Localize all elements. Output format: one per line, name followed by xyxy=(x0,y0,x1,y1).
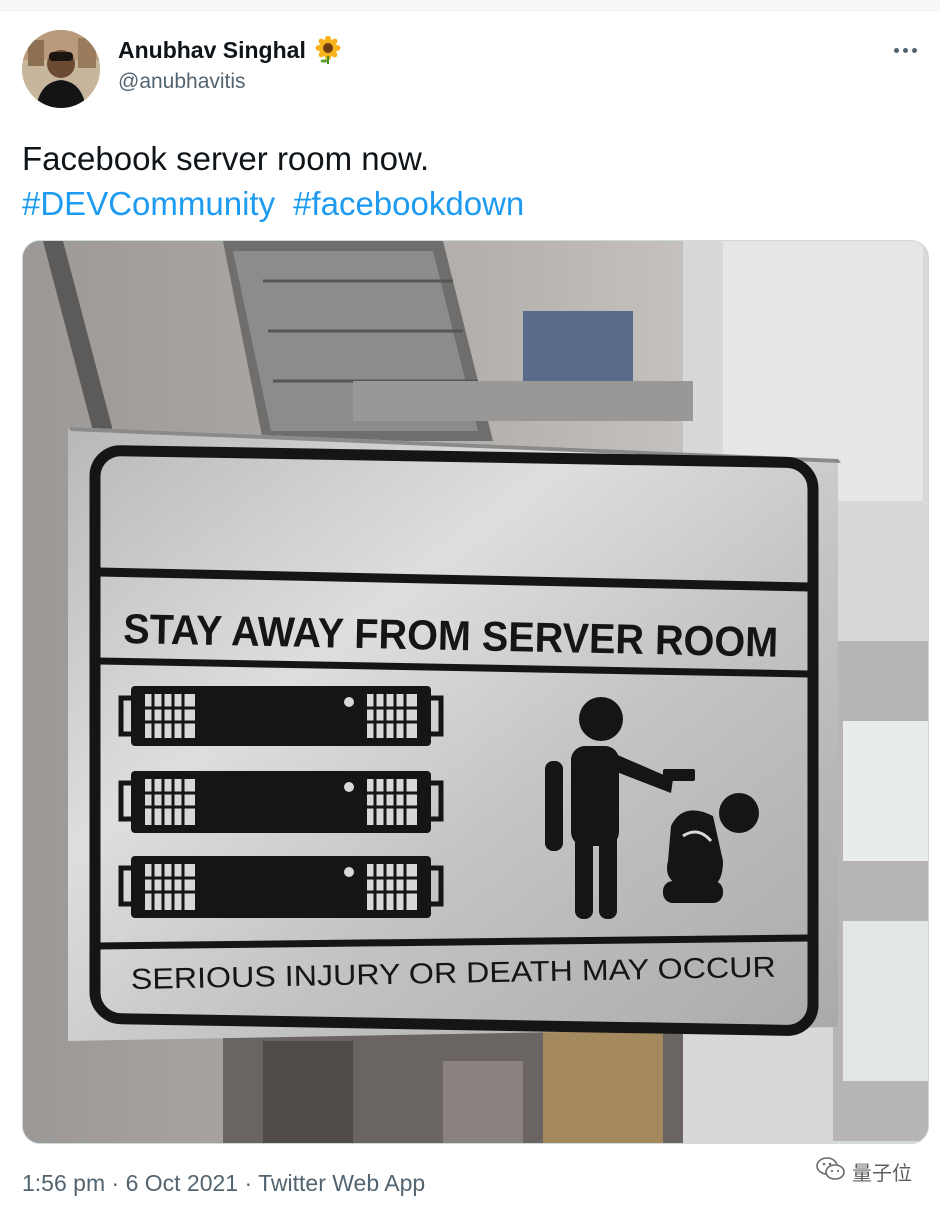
tweet-source-link[interactable]: Twitter Web App xyxy=(258,1170,425,1196)
tweet-body: Facebook server room now. xyxy=(22,140,430,177)
author-display-name[interactable]: Anubhav Singhal xyxy=(118,37,306,64)
avatar[interactable] xyxy=(22,30,100,108)
more-options-button[interactable] xyxy=(888,36,922,64)
tweet-date-link[interactable]: 6 Oct 2021 xyxy=(126,1170,239,1196)
wechat-icon xyxy=(816,1156,846,1187)
sunflower-icon xyxy=(314,35,342,64)
tweet-metadata: 1:56 pm · 6 Oct 2021 · Twitter Web App xyxy=(22,1170,425,1197)
meta-separator: · xyxy=(111,1170,120,1196)
author-handle[interactable]: @anubhavitis xyxy=(118,70,246,94)
hashtag-link[interactable]: #facebookdown xyxy=(293,185,524,222)
timeline-top-border xyxy=(0,0,940,11)
tweet-text: Facebook server room now. #DEVCommunity #… xyxy=(22,136,542,226)
tweet-photo[interactable]: STAY AWAY FROM SERVER ROOM SERIOUS INJUR… xyxy=(22,240,929,1144)
hashtag-link[interactable]: #DEVCommunity xyxy=(22,185,275,222)
watermark: 量子位 xyxy=(816,1156,912,1187)
meta-separator: · xyxy=(244,1170,253,1196)
dot-icon xyxy=(902,47,908,53)
tweet-hashtags: #DEVCommunity #facebookdown xyxy=(22,181,542,226)
server-rack-icon xyxy=(118,686,444,918)
watermark-text: 量子位 xyxy=(852,1161,912,1185)
dot-icon xyxy=(893,47,899,53)
tweet-time-link[interactable]: 1:56 pm xyxy=(22,1170,105,1196)
author-name-row[interactable]: Anubhav Singhal xyxy=(118,35,342,64)
dot-icon xyxy=(911,47,917,53)
